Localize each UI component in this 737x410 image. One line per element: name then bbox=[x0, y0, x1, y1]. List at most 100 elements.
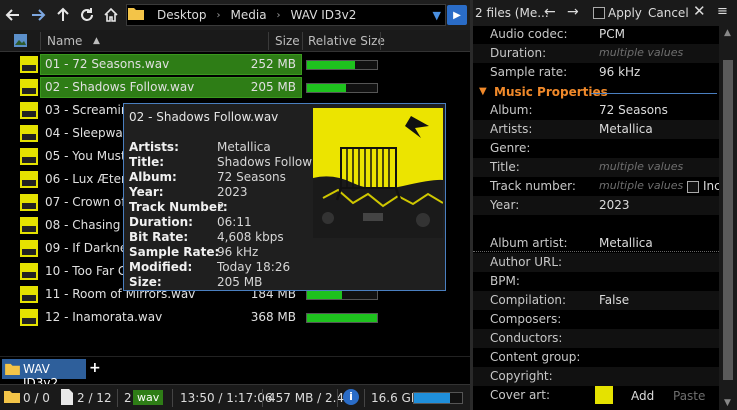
refresh-icon[interactable] bbox=[76, 4, 98, 26]
column-relative-size[interactable]: Relative Size bbox=[308, 34, 385, 48]
file-type-badge[interactable]: wav bbox=[133, 390, 164, 405]
up-icon[interactable] bbox=[52, 4, 74, 26]
divider bbox=[117, 389, 118, 407]
album-art-thumbnail bbox=[20, 148, 38, 165]
cover-add-button[interactable]: Add bbox=[631, 389, 654, 403]
file-info-tooltip: 02 - Shadows Follow.wav Artists: Metallic… bbox=[123, 103, 446, 291]
property-value[interactable]: Metallica bbox=[599, 236, 653, 250]
close-icon[interactable]: ✕ bbox=[693, 2, 706, 20]
breadcrumb-wav-id3v2[interactable]: WAV ID3v2 bbox=[291, 8, 357, 22]
menu-icon[interactable]: ≡ bbox=[717, 4, 728, 19]
cover-art-thumbnail[interactable] bbox=[595, 386, 613, 404]
sort-ascending-icon: ▲ bbox=[93, 36, 100, 46]
tab-wav-id3v2[interactable]: WAV ID3v2 bbox=[2, 359, 86, 390]
divider bbox=[262, 389, 263, 407]
breadcrumb-desktop[interactable]: Desktop bbox=[157, 8, 207, 22]
back-icon[interactable] bbox=[2, 4, 24, 26]
file-name: 12 - Inamorata.wav bbox=[45, 310, 163, 324]
file-row[interactable]: 02 - Shadows Follow.wav 205 MB bbox=[0, 76, 470, 99]
property-row[interactable]: Composers: bbox=[473, 310, 719, 329]
include-checkbox[interactable] bbox=[687, 181, 699, 193]
metadata-panel-header: 2 files (Me... ← → Apply Cancel ✕ ≡ bbox=[473, 0, 737, 26]
folder-icon bbox=[5, 363, 20, 375]
property-row[interactable]: Conductors: bbox=[473, 329, 719, 348]
property-row[interactable]: Compilation: False bbox=[473, 291, 719, 310]
scrollbar[interactable]: ▲ ▼ bbox=[719, 26, 737, 410]
section-music-properties[interactable]: ▼ Music Properties bbox=[473, 83, 719, 103]
property-row[interactable]: Album: 72 Seasons bbox=[473, 101, 719, 120]
property-label: Cover art: bbox=[490, 388, 550, 402]
album-art-thumbnail bbox=[20, 125, 38, 142]
cancel-button[interactable]: Cancel bbox=[648, 6, 689, 20]
property-value[interactable]: Metallica bbox=[599, 122, 653, 136]
info-icon[interactable]: i bbox=[343, 389, 359, 405]
add-tab-button[interactable]: + bbox=[89, 360, 101, 376]
tooltip-field-value: 2023 bbox=[217, 185, 248, 199]
property-value[interactable]: 96 kHz bbox=[599, 65, 640, 79]
property-row[interactable]: Album artist: Metallica bbox=[473, 234, 719, 253]
image-view-icon[interactable] bbox=[13, 33, 28, 48]
scroll-down-icon[interactable]: ▼ bbox=[724, 398, 731, 408]
property-label: Track number: bbox=[490, 179, 576, 193]
forward-icon[interactable] bbox=[27, 4, 49, 26]
property-value[interactable]: multiple values bbox=[599, 160, 683, 173]
file-row[interactable]: 12 - Inamorata.wav 368 MB bbox=[0, 306, 470, 329]
property-value[interactable]: multiple values bbox=[599, 46, 683, 59]
tooltip-field-value: Today 18:26 bbox=[217, 260, 291, 274]
column-divider[interactable] bbox=[268, 32, 269, 50]
property-row[interactable]: Genre: bbox=[473, 139, 719, 158]
apply-checkbox[interactable] bbox=[593, 7, 605, 19]
arrow-right-icon[interactable]: → bbox=[567, 4, 579, 20]
property-row[interactable]: Artists: Metallica bbox=[473, 120, 719, 139]
relative-size-bar bbox=[306, 60, 378, 70]
property-row[interactable]: Title: multiple values bbox=[473, 158, 719, 177]
scrollbar-thumb[interactable] bbox=[723, 60, 733, 380]
tooltip-field-label: Modified: bbox=[129, 260, 193, 274]
apply-label[interactable]: Apply bbox=[608, 6, 642, 20]
tab-bar: WAV ID3v2 + bbox=[0, 356, 470, 390]
metadata-properties: Audio codec: PCM Duration: multiple values S… bbox=[473, 26, 719, 410]
property-row[interactable]: BPM: bbox=[473, 272, 719, 291]
property-row[interactable]: Copyright: bbox=[473, 367, 719, 386]
tooltip-field-label: Sample Rate: bbox=[129, 245, 220, 259]
tooltip-field-label: Bit Rate: bbox=[129, 230, 189, 244]
column-name[interactable]: Name bbox=[47, 34, 82, 48]
column-divider[interactable] bbox=[380, 32, 381, 50]
breadcrumb[interactable]: Desktop › Media › WAV ID3v2 ▼ bbox=[126, 4, 446, 26]
file-row[interactable]: 01 - 72 Seasons.wav 252 MB bbox=[0, 53, 470, 76]
home-icon[interactable] bbox=[100, 4, 122, 26]
property-value[interactable]: False bbox=[599, 293, 629, 307]
column-divider[interactable] bbox=[302, 32, 303, 50]
property-label: Sample rate: bbox=[490, 65, 568, 79]
tooltip-field-label: Year: bbox=[129, 185, 164, 199]
scroll-up-icon[interactable]: ▲ bbox=[724, 28, 731, 38]
navigation-toolbar: Desktop › Media › WAV ID3v2 ▼ ▶ bbox=[0, 0, 470, 30]
column-divider[interactable] bbox=[40, 32, 41, 50]
property-row[interactable]: Year: 2023 bbox=[473, 196, 719, 215]
chevron-down-icon[interactable]: ▼ bbox=[433, 9, 441, 22]
preview-pane-toggle-icon[interactable]: ▶ bbox=[447, 5, 467, 25]
cover-paste-button[interactable]: Paste bbox=[673, 389, 705, 403]
tooltip-field-label: Duration: bbox=[129, 215, 193, 229]
folder-icon bbox=[128, 8, 144, 20]
property-row[interactable]: Author URL: bbox=[473, 253, 719, 272]
file-count: 2 / 12 bbox=[77, 391, 112, 405]
property-label: Author URL: bbox=[490, 255, 563, 269]
property-row[interactable]: Content group: bbox=[473, 348, 719, 367]
property-row[interactable]: Track number: multiple values bbox=[473, 177, 719, 196]
property-value[interactable]: PCM bbox=[599, 27, 625, 41]
metadata-panel: 2 files (Me... ← → Apply Cancel ✕ ≡ Audi… bbox=[473, 0, 737, 410]
tooltip-field-label: Album: bbox=[129, 170, 177, 184]
album-art-thumbnail bbox=[20, 309, 38, 326]
property-value[interactable]: 72 Seasons bbox=[599, 103, 668, 117]
property-row[interactable]: Sample rate: 96 kHz bbox=[473, 63, 719, 82]
property-value[interactable]: 2023 bbox=[599, 198, 630, 212]
arrow-left-icon[interactable]: ← bbox=[544, 4, 556, 20]
column-size[interactable]: Size bbox=[275, 34, 300, 48]
disk-free: 16.6 GB bbox=[371, 391, 420, 405]
property-row[interactable]: Audio codec: PCM bbox=[473, 25, 719, 44]
property-label: Conductors: bbox=[490, 331, 563, 345]
breadcrumb-media[interactable]: Media bbox=[231, 8, 267, 22]
property-value[interactable]: multiple values bbox=[599, 179, 683, 192]
property-row[interactable]: Duration: multiple values bbox=[473, 44, 719, 63]
